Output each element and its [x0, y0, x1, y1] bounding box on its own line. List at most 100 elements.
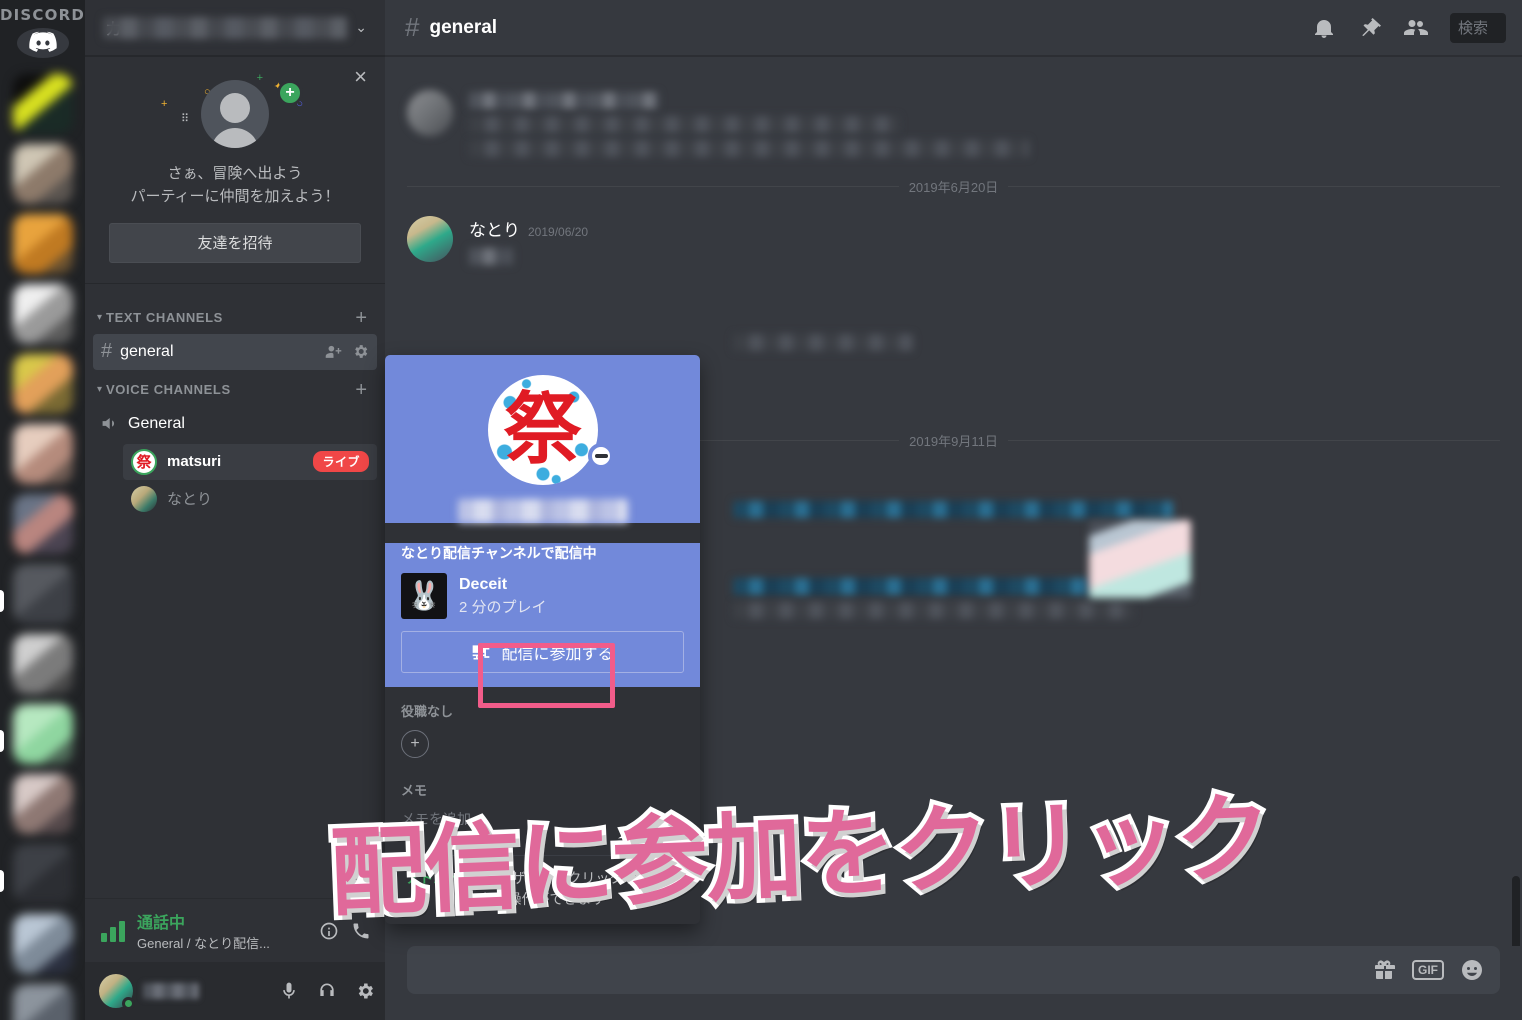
server-icon[interactable] — [12, 144, 73, 204]
message-composer[interactable]: GIF — [407, 946, 1500, 994]
chevron-down-icon: ▾ — [97, 384, 103, 395]
add-member-badge-icon: + — [277, 80, 303, 106]
game-playtime: 2 分のプレイ — [459, 598, 547, 616]
speaker-icon — [101, 414, 128, 433]
guild-header[interactable]: カ ⌄ — [85, 0, 385, 56]
server-icon[interactable] — [12, 914, 73, 974]
microphone-icon[interactable] — [279, 981, 299, 1001]
status-badge — [122, 997, 135, 1010]
voice-connection-panel: 通話中 General / なとり配信... — [85, 898, 385, 962]
category-label: VOICE CHANNELS — [106, 382, 231, 397]
avatar-glyph: 祭 — [503, 385, 582, 475]
note-input[interactable]: メモを追加 — [401, 809, 684, 829]
divider-line — [1008, 186, 1500, 187]
avatar — [131, 485, 157, 512]
server-icon[interactable] — [12, 284, 73, 344]
guild-sidebar: カ ⌄ × + ⠿ ○ ✦ ○ + + さぁ、冒険へ出よう パーティーに仲間を加… — [85, 0, 385, 1020]
message-text-redacted — [733, 334, 913, 351]
chevron-down-icon: ▾ — [97, 312, 103, 323]
message-timestamp: 2019/06/20 — [528, 225, 589, 239]
voice-member-matsuri[interactable]: 祭 matsuri ライブ — [123, 443, 377, 480]
stream-section: なとり配信チャンネルで配信中 🐰 Deceit 2 分のプレイ 配信に参加する — [385, 543, 700, 687]
note-label: メモ — [401, 783, 428, 798]
signal-strength-icon — [101, 920, 125, 942]
message-text-redacted — [469, 248, 513, 265]
date-label: 2019年9月11日 — [909, 434, 998, 449]
voice-member-name: なとり — [167, 491, 213, 508]
avatar[interactable] — [407, 90, 453, 136]
gear-icon[interactable] — [355, 981, 375, 1001]
members-icon[interactable] — [1404, 16, 1428, 40]
server-icon[interactable] — [12, 844, 73, 904]
message-author: なとり — [469, 221, 520, 240]
promo-illustration: + ⠿ ○ ✦ ○ + + — [109, 72, 361, 160]
message-attachment-thumbnail[interactable] — [1089, 520, 1191, 598]
user-popout-card: 祭 なとり配信チャンネルで配信中 🐰 Deceit 2 分のプレイ 配信に参加す… — [385, 355, 700, 924]
message-row — [385, 84, 1522, 159]
roles-label: 役職なし — [401, 704, 454, 719]
channel-list: ▾ TEXT CHANNELS + # general ▾ VOICE CHAN… — [85, 284, 385, 899]
hash-icon: # — [405, 12, 420, 42]
popout-banner: 祭 — [385, 355, 700, 523]
add-role-button[interactable]: + — [401, 730, 429, 758]
voice-member-natori[interactable]: なとり — [123, 481, 377, 517]
server-icon[interactable] — [12, 354, 73, 414]
voice-status: 通話中 — [137, 915, 186, 932]
search-input[interactable]: 検索 — [1450, 12, 1506, 43]
game-activity: 🐰 Deceit 2 分のプレイ — [401, 573, 684, 619]
channel-item-general[interactable]: # general — [93, 333, 377, 370]
server-icon[interactable] — [12, 494, 73, 554]
home-button[interactable] — [16, 28, 69, 58]
avatar[interactable] — [99, 974, 135, 1010]
voice-channel-general[interactable]: General — [93, 406, 377, 442]
game-icon: 🐰 — [401, 573, 447, 619]
gear-icon[interactable] — [352, 343, 369, 360]
emoji-icon[interactable] — [1460, 958, 1484, 982]
disconnect-call-icon[interactable] — [351, 921, 371, 941]
server-icon[interactable] — [12, 214, 73, 274]
add-channel-icon[interactable]: + — [355, 308, 367, 328]
join-stream-label: 配信に参加する — [501, 646, 614, 663]
server-icon[interactable] — [12, 774, 73, 834]
server-icon[interactable] — [12, 634, 73, 694]
divider-line — [407, 186, 899, 187]
info-icon[interactable] — [319, 921, 339, 941]
message-link-redacted[interactable] — [733, 578, 1093, 595]
headphones-icon[interactable] — [317, 981, 337, 1001]
popout-username-redacted — [457, 499, 628, 523]
server-icon[interactable] — [12, 74, 73, 134]
promo-line-2: パーティーに仲間を加えよう！ — [130, 188, 340, 206]
live-badge: ライブ — [313, 451, 369, 472]
gift-icon[interactable] — [1372, 958, 1396, 982]
avatar[interactable] — [407, 216, 453, 262]
roles-section: 役職なし + — [385, 687, 700, 758]
message-scrollbar[interactable] — [1512, 876, 1520, 946]
join-stream-button[interactable]: 配信に参加する — [401, 631, 684, 673]
date-divider: 2019年6月20日 — [407, 177, 1500, 196]
chat-header: # general 検索 — [385, 0, 1522, 56]
create-invite-icon[interactable] — [325, 343, 342, 360]
pin-icon[interactable] — [1358, 16, 1382, 40]
bell-icon[interactable] — [1312, 16, 1336, 40]
gif-icon[interactable]: GIF — [1412, 960, 1444, 980]
note-section: メモ メモを追加 — [385, 758, 700, 829]
guild-name-redacted — [103, 16, 348, 39]
voice-channel-name: General — [128, 414, 185, 432]
status-badge-dnd — [588, 443, 614, 469]
server-icon[interactable] — [12, 564, 73, 624]
category-label: TEXT CHANNELS — [106, 310, 223, 325]
server-icon[interactable] — [12, 984, 73, 1020]
server-icon-list — [12, 74, 73, 1020]
category-voice-channels[interactable]: ▾ VOICE CHANNELS + — [85, 376, 385, 404]
discord-wordmark: DISCORD — [0, 6, 85, 24]
avatar — [201, 80, 269, 148]
category-text-channels[interactable]: ▾ TEXT CHANNELS + — [85, 304, 385, 332]
server-icon[interactable] — [12, 704, 73, 764]
voice-channel-path: General / なとり配信... — [137, 936, 270, 951]
invite-promo-card: × + ⠿ ○ ✦ ○ + + さぁ、冒険へ出よう パーティーに仲間を加えよう！… — [85, 56, 385, 284]
add-channel-icon[interactable]: + — [355, 380, 367, 400]
voice-member-name: matsuri — [167, 453, 222, 470]
invite-friends-button[interactable]: 友達を招待 — [109, 222, 361, 263]
message-link-redacted[interactable] — [733, 501, 1173, 518]
server-icon[interactable] — [12, 424, 73, 484]
